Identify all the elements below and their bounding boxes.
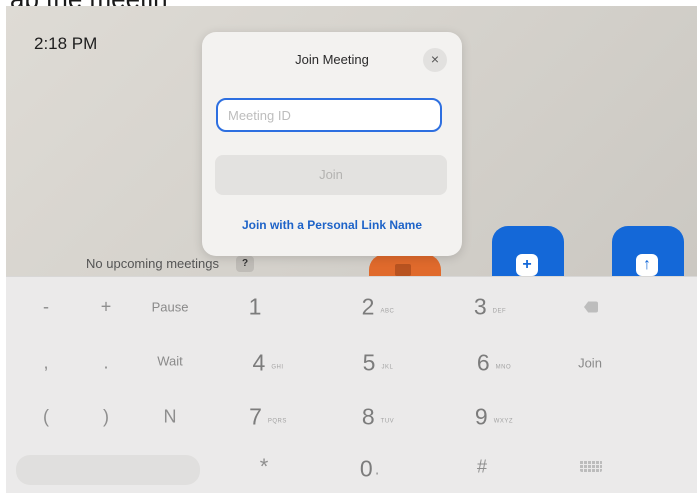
close-icon: × <box>430 51 440 67</box>
home-screen: 2:18 PM No upcoming meetings ? + ↑ Join … <box>6 6 697 282</box>
help-icon[interactable]: ? <box>236 256 254 272</box>
close-button[interactable]: × <box>423 48 447 72</box>
meeting-id-input[interactable] <box>216 98 442 132</box>
camera-icon <box>395 264 411 276</box>
key-3[interactable]: 3 DEF <box>474 294 506 321</box>
upload-arrow-icon: ↑ <box>636 254 658 276</box>
join-meeting-dialog: Join Meeting × Join Join with a Personal… <box>202 32 462 256</box>
plus-icon: + <box>516 254 538 276</box>
key-0[interactable]: 0. <box>360 456 380 483</box>
personal-link-name-link[interactable]: Join with a Personal Link Name <box>202 218 462 232</box>
new-meeting-tile[interactable]: + <box>492 226 564 282</box>
key-6[interactable]: 6 MNO <box>477 350 511 377</box>
key-join[interactable]: Join <box>578 356 602 371</box>
key-5[interactable]: 5 JKL <box>363 350 394 377</box>
key-8[interactable]: 8 TUV <box>362 404 394 431</box>
key-star[interactable]: * <box>260 454 269 480</box>
key-minus[interactable]: - <box>43 297 49 318</box>
join-button[interactable]: Join <box>215 155 447 195</box>
key-period[interactable]: . <box>103 353 108 374</box>
dial-input-pill[interactable] <box>16 455 200 485</box>
key-9[interactable]: 9 WXYZ <box>475 404 513 431</box>
key-wait[interactable]: Wait <box>157 354 183 369</box>
clock: 2:18 PM <box>34 34 98 53</box>
key-4[interactable]: 4 GHI <box>253 350 284 377</box>
no-upcoming-meetings-label: No upcoming meetings <box>86 256 219 271</box>
key-close-paren[interactable]: ) <box>103 407 109 428</box>
key-plus[interactable]: + <box>101 297 112 318</box>
key-7[interactable]: 7 PQRS <box>249 404 287 431</box>
key-open-paren[interactable]: ( <box>43 407 49 428</box>
key-comma[interactable]: , <box>43 353 48 374</box>
key-n[interactable]: N <box>164 407 177 428</box>
key-1[interactable]: 1 <box>249 294 268 321</box>
backspace-icon[interactable] <box>584 301 598 313</box>
share-screen-tile[interactable]: ↑ <box>612 226 684 282</box>
dial-keypad: - + Pause 1 2 ABC 3 DEF , . Wait 4 GHI 5 JKL… <box>6 276 697 493</box>
keyboard-icon[interactable] <box>580 460 602 472</box>
key-2[interactable]: 2 ABC <box>362 294 395 321</box>
key-pause[interactable]: Pause <box>152 300 189 315</box>
key-hash[interactable]: # <box>477 457 487 478</box>
